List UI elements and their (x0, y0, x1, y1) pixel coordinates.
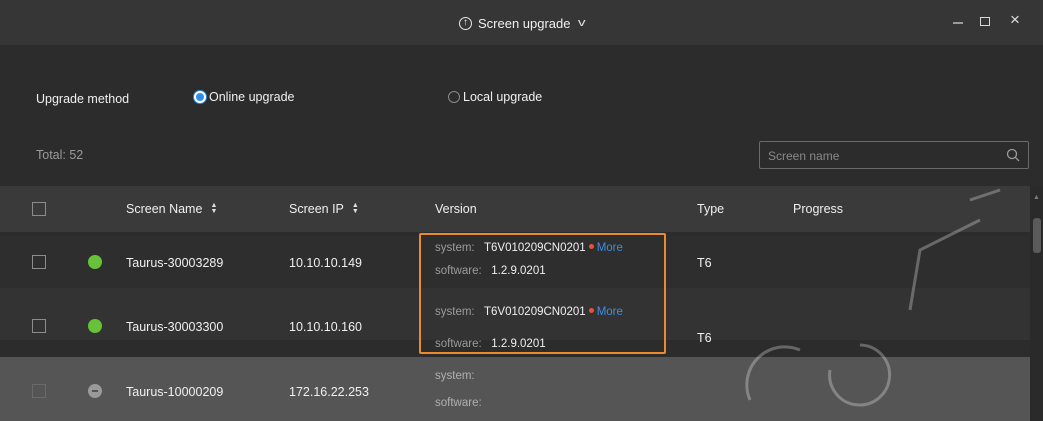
screen-name: Taurus-10000209 (126, 385, 224, 399)
radio-selected-icon[interactable] (194, 91, 206, 103)
online-upgrade-radio[interactable]: Online upgrade (194, 90, 294, 104)
online-status-icon (88, 255, 102, 269)
column-header-screen-name[interactable]: Screen Name ▲ ▼ (126, 202, 217, 216)
table-scrollbar[interactable]: ▲ (1030, 186, 1043, 421)
search-icon[interactable] (1006, 148, 1020, 162)
upgrade-method-label: Upgrade method (36, 92, 130, 106)
close-button[interactable]: × (1010, 10, 1020, 30)
window-title: Screen upgrade (477, 15, 571, 31)
screen-type: T6 (697, 256, 712, 270)
version-highlight-box (419, 233, 666, 354)
column-header-type: Type (697, 202, 725, 216)
row-checkbox[interactable] (32, 384, 46, 398)
chevron-down-icon[interactable]: v (577, 17, 585, 29)
column-header-progress: Progress (793, 202, 844, 216)
screen-search-box[interactable] (759, 141, 1029, 169)
local-upgrade-label[interactable]: Local upgrade (463, 90, 542, 104)
minimize-button[interactable] (953, 22, 963, 24)
screen-name: Taurus-30003300 (126, 320, 224, 334)
table-header: Screen Name ▲ ▼ Screen IP ▲ ▼ Version Type… (0, 186, 1043, 232)
radio-unselected-icon[interactable] (448, 91, 460, 103)
screen-ip: 10.10.10.149 (289, 256, 362, 270)
row-checkbox[interactable] (32, 319, 46, 333)
sort-icon[interactable]: ▲ ▼ (210, 202, 217, 215)
scroll-up-icon[interactable]: ▲ (1033, 194, 1040, 201)
row-checkbox[interactable] (32, 255, 46, 269)
total-count: Total: 52 (36, 148, 84, 162)
screen-ip: 10.10.10.160 (289, 320, 362, 334)
online-status-icon (88, 319, 102, 333)
maximize-button[interactable] (980, 17, 990, 26)
scrollbar-thumb[interactable] (1033, 218, 1041, 253)
version-software-line: software: (435, 397, 482, 409)
table-row[interactable]: Taurus-10000209 172.16.22.253 system: so… (0, 357, 1043, 421)
local-upgrade-radio[interactable]: Local upgrade (448, 90, 542, 104)
sort-icon[interactable]: ▲ ▼ (352, 202, 359, 215)
column-header-screen-ip[interactable]: Screen IP ▲ ▼ (289, 202, 359, 216)
version-system-line: system: (435, 370, 475, 382)
offline-status-icon (88, 384, 102, 398)
window-title-area[interactable]: ↑ Screen upgrade v (0, 13, 1043, 31)
screen-type: T6 (697, 331, 712, 345)
select-all-checkbox[interactable] (32, 202, 46, 216)
screen-name: Taurus-30003289 (126, 256, 224, 270)
online-upgrade-label[interactable]: Online upgrade (209, 90, 294, 104)
upgrade-icon: ↑ (458, 16, 472, 30)
title-bar: ↑ Screen upgrade v × (0, 0, 1043, 45)
screen-name-search-input[interactable] (766, 146, 1000, 166)
screen-ip: 172.16.22.253 (289, 385, 369, 399)
column-header-version: Version (435, 202, 477, 216)
